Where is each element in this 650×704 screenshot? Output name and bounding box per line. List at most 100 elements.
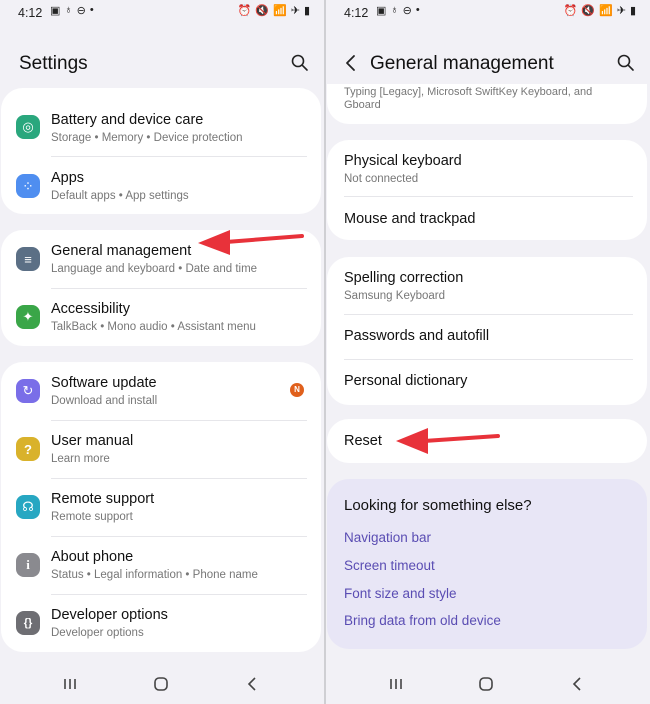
- settings-item-battery[interactable]: ◎ Battery and device care Storage • Memo…: [1, 98, 321, 154]
- developer-options-icon: {}: [16, 611, 40, 635]
- link-screen-timeout[interactable]: Screen timeout: [344, 558, 435, 573]
- home-icon[interactable]: [151, 674, 171, 694]
- settings-item-remote-support[interactable]: ☊ Remote support Remote support: [1, 478, 321, 536]
- back-nav-icon[interactable]: [567, 674, 587, 694]
- notification-icons: ▣ ♁ ⊖ •: [50, 4, 94, 17]
- system-navigation-bar: [0, 664, 324, 704]
- settings-item-summary: Developer options: [51, 627, 144, 639]
- page-title: Settings: [19, 53, 88, 74]
- more-notifications-icon: •: [89, 4, 94, 16]
- settings-item-developer-options[interactable]: {} Developer options Developer options: [1, 594, 321, 652]
- settings-item-summary: Learn more: [51, 453, 110, 465]
- settings-item-apps[interactable]: ⁘ Apps Default apps • App settings: [1, 156, 321, 214]
- general-management-screen: 4:12 ▣ ♁ ⊖ • ⏰ 🔇 📶 ✈ ▮ General managemen…: [326, 0, 650, 704]
- settings-item-label: Physical keyboard: [344, 153, 462, 169]
- new-badge: N: [290, 383, 304, 397]
- settings-item-label: Battery and device care: [51, 112, 204, 128]
- settings-item-reset[interactable]: Reset: [327, 419, 647, 463]
- gallery-notification-icon: ▣: [376, 5, 387, 17]
- settings-item-accessibility[interactable]: ✦ Accessibility TalkBack • Mono audio • …: [1, 288, 321, 346]
- gallery-notification-icon: ▣: [50, 5, 61, 17]
- dnd-notification-icon: ⊖: [402, 5, 412, 17]
- battery-icon: ▮: [629, 5, 636, 17]
- alarm-icon: ⏰: [563, 5, 578, 17]
- settings-item-summary: Language and keyboard • Date and time: [51, 263, 258, 275]
- general-management-icon: ≡: [16, 247, 40, 271]
- page-title: General management: [370, 53, 554, 74]
- settings-item-label: Remote support: [51, 491, 155, 507]
- system-navigation-bar: [326, 664, 650, 704]
- app-bar: General management: [326, 44, 650, 84]
- settings-item-summary: Status • Legal information • Phone name: [51, 569, 258, 581]
- recents-icon[interactable]: [60, 674, 80, 694]
- location-notification-icon: ♁: [64, 4, 73, 16]
- airplane-icon: ✈: [290, 5, 300, 17]
- settings-item-label: Personal dictionary: [344, 373, 468, 389]
- apps-icon: ⁘: [16, 174, 40, 198]
- status-time: 4:12: [344, 6, 369, 20]
- keyboard-summary: Typing [Legacy], Microsoft SwiftKey Keyb…: [344, 86, 593, 111]
- wifi-icon: 📶: [599, 5, 613, 17]
- settings-item-software-update[interactable]: ↻ Software update Download and install N: [1, 362, 321, 420]
- link-bring-data[interactable]: Bring data from old device: [344, 613, 501, 628]
- settings-item-general-management[interactable]: ≡ General management Language and keyboa…: [1, 230, 321, 288]
- search-icon[interactable]: [616, 53, 636, 73]
- settings-group-general: ≡ General management Language and keyboa…: [1, 230, 321, 346]
- settings-item-summary: Default apps • App settings: [51, 190, 189, 202]
- system-icons: ⏰ 🔇 📶 ✈ ▮: [238, 4, 310, 17]
- settings-item-about-phone[interactable]: i About phone Status • Legal information…: [1, 536, 321, 594]
- back-nav-icon[interactable]: [242, 674, 262, 694]
- location-notification-icon: ♁: [390, 4, 399, 16]
- keyboard-list-card[interactable]: Typing [Legacy], Microsoft SwiftKey Keyb…: [327, 84, 647, 124]
- settings-item-label: Spelling correction: [344, 270, 464, 286]
- settings-item-user-manual[interactable]: ? User manual Learn more: [1, 420, 321, 478]
- alarm-icon: ⏰: [237, 5, 252, 17]
- search-icon[interactable]: [290, 53, 310, 73]
- settings-item-label: Mouse and trackpad: [344, 211, 476, 227]
- remote-support-icon: ☊: [16, 495, 40, 519]
- accessibility-icon: ✦: [16, 305, 40, 329]
- suggestions-card: Looking for something else? Navigation b…: [327, 479, 647, 649]
- settings-item-label: User manual: [51, 433, 134, 449]
- airplane-icon: ✈: [616, 5, 626, 17]
- settings-group-input: Physical keyboard Not connected Mouse an…: [327, 140, 647, 240]
- settings-group-text: Spelling correction Samsung Keyboard Pas…: [327, 257, 647, 405]
- system-icons: ⏰ 🔇 📶 ✈ ▮: [564, 4, 636, 17]
- back-arrow-icon[interactable]: [342, 54, 360, 72]
- recents-icon[interactable]: [386, 674, 406, 694]
- settings-item-personal-dictionary[interactable]: Personal dictionary: [327, 359, 647, 405]
- settings-item-label: Passwords and autofill: [344, 328, 490, 344]
- mute-icon: 🔇: [581, 5, 596, 17]
- link-navigation-bar[interactable]: Navigation bar: [344, 530, 431, 545]
- about-phone-icon: i: [16, 553, 40, 577]
- mute-icon: 🔇: [255, 5, 270, 17]
- settings-item-label: General management: [51, 243, 192, 259]
- home-icon[interactable]: [476, 674, 496, 694]
- settings-item-spelling-correction[interactable]: Spelling correction Samsung Keyboard: [327, 257, 647, 311]
- wifi-icon: 📶: [273, 5, 287, 17]
- settings-group-device: ◎ Battery and device care Storage • Memo…: [1, 88, 321, 214]
- settings-item-mouse-trackpad[interactable]: Mouse and trackpad: [327, 196, 647, 240]
- status-time: 4:12: [18, 6, 43, 20]
- suggestions-title: Looking for something else?: [344, 497, 532, 514]
- software-update-icon: ↻: [16, 379, 40, 403]
- settings-item-summary: Samsung Keyboard: [344, 290, 446, 302]
- settings-item-summary: Remote support: [51, 511, 133, 523]
- link-font-size-style[interactable]: Font size and style: [344, 586, 457, 601]
- settings-item-summary: Storage • Memory • Device protection: [51, 132, 243, 144]
- dnd-notification-icon: ⊖: [76, 5, 86, 17]
- status-bar: 4:12 ▣ ♁ ⊖ • ⏰ 🔇 📶 ✈ ▮: [326, 0, 650, 26]
- settings-item-summary: Download and install: [51, 395, 158, 407]
- battery-icon: ▮: [303, 5, 310, 17]
- settings-item-label: Reset: [344, 433, 382, 449]
- settings-item-physical-keyboard[interactable]: Physical keyboard Not connected: [327, 140, 647, 192]
- settings-group-support: ↻ Software update Download and install N…: [1, 362, 321, 652]
- user-manual-icon: ?: [16, 437, 40, 461]
- status-bar: 4:12 ▣ ♁ ⊖ • ⏰ 🔇 📶 ✈ ▮: [0, 0, 324, 26]
- settings-screen: 4:12 ▣ ♁ ⊖ • ⏰ 🔇 📶 ✈ ▮ Settings ◎ Batter…: [0, 0, 324, 704]
- settings-item-label: Apps: [51, 170, 85, 186]
- settings-item-summary: TalkBack • Mono audio • Assistant menu: [51, 321, 256, 333]
- reset-row[interactable]: Reset: [327, 419, 647, 463]
- notification-icons: ▣ ♁ ⊖ •: [376, 4, 420, 17]
- settings-item-passwords-autofill[interactable]: Passwords and autofill: [327, 314, 647, 358]
